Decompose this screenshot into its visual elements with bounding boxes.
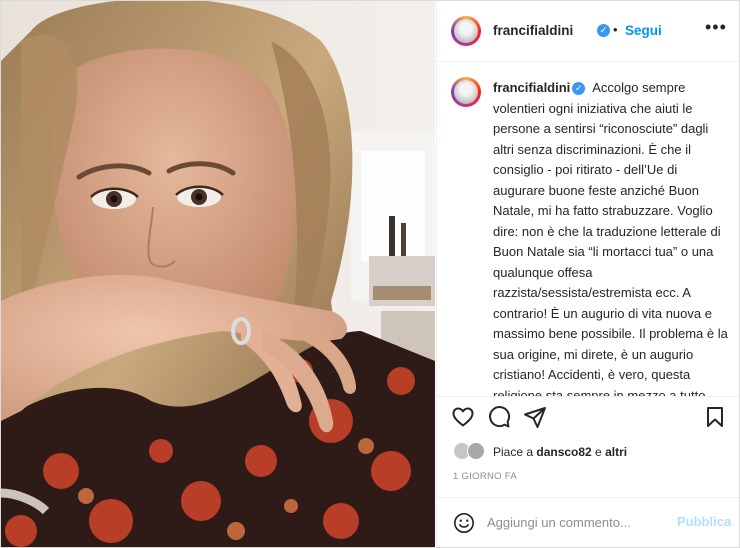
comment-icon[interactable] bbox=[487, 405, 511, 429]
separator-dot: • bbox=[613, 22, 618, 37]
selfie-illustration bbox=[1, 1, 435, 547]
post-dialog: francifialdini ✓ • Segui ••• francifiald… bbox=[0, 0, 740, 548]
verified-badge-icon: ✓ bbox=[597, 24, 610, 37]
liker-avatar bbox=[467, 442, 485, 460]
caption-username-link[interactable]: francifialdini bbox=[493, 80, 570, 95]
caption-body: Accolgo sempre volentieri ogni iniziativ… bbox=[493, 80, 728, 396]
caption-avatar[interactable] bbox=[451, 77, 481, 107]
post-side-panel: francifialdini ✓ • Segui ••• francifiald… bbox=[436, 1, 739, 547]
bookmark-icon[interactable] bbox=[703, 405, 727, 429]
post-timestamp[interactable]: 1 GIORNO FA bbox=[453, 471, 517, 482]
action-bar bbox=[437, 396, 739, 437]
caption-area: francifialdini ✓ Accolgo sempre volentier… bbox=[437, 62, 739, 396]
avatar[interactable] bbox=[451, 16, 481, 46]
follow-button[interactable]: Segui bbox=[625, 23, 662, 38]
liker-username-link[interactable]: dansco82 bbox=[536, 445, 591, 459]
post-photo[interactable] bbox=[1, 1, 435, 547]
likes-text: Piace a dansco82 e altri bbox=[493, 445, 627, 459]
heart-icon[interactable] bbox=[451, 405, 475, 429]
post-header: francifialdini ✓ • Segui ••• bbox=[437, 1, 739, 62]
likes-middle: e bbox=[591, 445, 606, 459]
username-link[interactable]: francifialdini bbox=[493, 23, 573, 38]
comment-bar: Pubblica bbox=[437, 497, 739, 547]
caption-text: francifialdini ✓ Accolgo sempre volentier… bbox=[493, 78, 729, 396]
publish-button[interactable]: Pubblica bbox=[677, 514, 731, 529]
paper-plane-icon[interactable] bbox=[523, 405, 547, 429]
likes-prefix: Piace a bbox=[493, 445, 537, 459]
verified-badge-icon: ✓ bbox=[572, 82, 586, 96]
comment-input[interactable] bbox=[487, 512, 657, 532]
likes-others-link[interactable]: altri bbox=[605, 445, 627, 459]
more-options-button[interactable]: ••• bbox=[705, 17, 727, 38]
smiley-icon[interactable] bbox=[453, 512, 475, 534]
